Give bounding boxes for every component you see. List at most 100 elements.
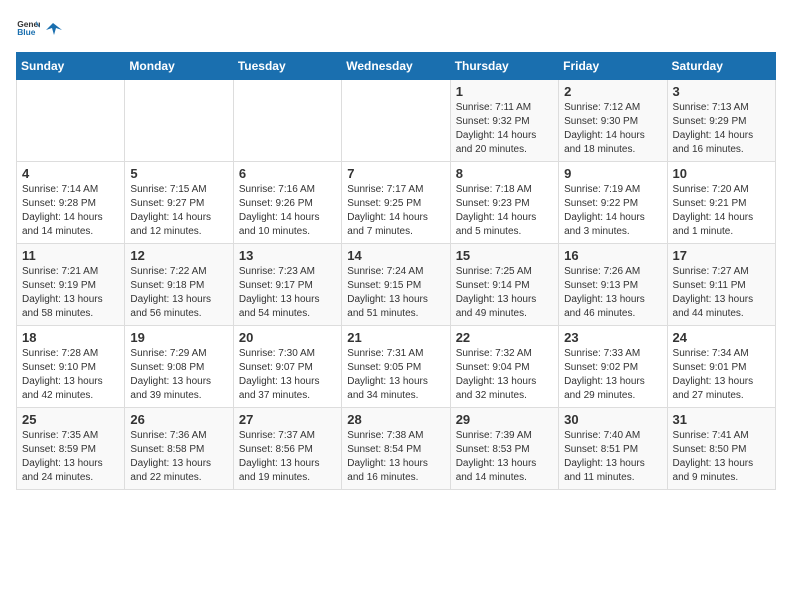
calendar-cell: 3Sunrise: 7:13 AM Sunset: 9:29 PM Daylig… [667, 80, 775, 162]
calendar-cell: 17Sunrise: 7:27 AM Sunset: 9:11 PM Dayli… [667, 244, 775, 326]
calendar-cell: 11 Sunrise: 7:21 AM Sunset: 9:19 PM Dayli… [17, 244, 125, 326]
day-info: Sunrise: 7:23 AM Sunset: 9:17 PM Dayligh… [239, 265, 336, 321]
day-number: 28 [347, 412, 444, 427]
calendar-cell: 7 Sunrise: 7:17 AM Sunset: 9:25 PM Daylig… [342, 162, 450, 244]
logo: General Blue [16, 16, 62, 40]
day-number: 8 [456, 166, 553, 181]
day-info: Sunrise: 7:27 AM Sunset: 9:11 PM Dayligh… [673, 265, 770, 321]
day-info: Sunrise: 7:19 AM Sunset: 9:22 PM Dayligh… [564, 183, 661, 239]
calendar-cell: 24 Sunrise: 7:34 AM Sunset: 9:01 PM Dayli… [667, 326, 775, 408]
svg-text:Blue: Blue [17, 27, 36, 37]
calendar-table: SundayMondayTuesdayWednesdayThursdayFrid… [16, 52, 776, 490]
calendar-cell: 1 Sunrise: 7:11 AM Sunset: 9:32 PM Daylig… [450, 80, 558, 162]
calendar-cell: 2 Sunrise: 7:12 AM Sunset: 9:30 PM Daylig… [559, 80, 667, 162]
header-cell-saturday: Saturday [667, 53, 775, 80]
header-cell-thursday: Thursday [450, 53, 558, 80]
calendar-cell: 25 Sunrise: 7:35 AM Sunset: 8:59 PM Dayli… [17, 408, 125, 490]
day-number: 31 [673, 412, 770, 427]
header: General Blue [16, 16, 776, 40]
day-number: 27 [239, 412, 336, 427]
day-info: Sunrise: 7:21 AM Sunset: 9:19 PM Dayligh… [22, 265, 119, 321]
calendar-week-row: 1 Sunrise: 7:11 AM Sunset: 9:32 PM Daylig… [17, 80, 776, 162]
day-info: Sunrise: 7:11 AM Sunset: 9:32 PM Dayligh… [456, 101, 553, 157]
calendar-cell: 19 Sunrise: 7:29 AM Sunset: 9:08 PM Dayli… [125, 326, 233, 408]
day-info: Sunrise: 7:37 AM Sunset: 8:56 PM Dayligh… [239, 429, 336, 485]
day-info: Sunrise: 7:13 AM Sunset: 9:29 PM Dayligh… [673, 101, 770, 157]
day-info: Sunrise: 7:16 AM Sunset: 9:26 PM Dayligh… [239, 183, 336, 239]
calendar-cell: 16 Sunrise: 7:26 AM Sunset: 9:13 PM Dayli… [559, 244, 667, 326]
day-number: 18 [22, 330, 119, 345]
day-number: 20 [239, 330, 336, 345]
calendar-cell: 5 Sunrise: 7:15 AM Sunset: 9:27 PM Daylig… [125, 162, 233, 244]
day-number: 23 [564, 330, 661, 345]
day-info: Sunrise: 7:34 AM Sunset: 9:01 PM Dayligh… [673, 347, 770, 403]
calendar-cell: 23 Sunrise: 7:33 AM Sunset: 9:02 PM Dayli… [559, 326, 667, 408]
day-number: 4 [22, 166, 119, 181]
day-info: Sunrise: 7:35 AM Sunset: 8:59 PM Dayligh… [22, 429, 119, 485]
day-number: 1 [456, 84, 553, 99]
calendar-cell [342, 80, 450, 162]
calendar-cell [125, 80, 233, 162]
day-number: 24 [673, 330, 770, 345]
day-info: Sunrise: 7:24 AM Sunset: 9:15 PM Dayligh… [347, 265, 444, 321]
calendar-week-row: 18 Sunrise: 7:28 AM Sunset: 9:10 PM Dayli… [17, 326, 776, 408]
day-info: Sunrise: 7:33 AM Sunset: 9:02 PM Dayligh… [564, 347, 661, 403]
day-number: 21 [347, 330, 444, 345]
day-info: Sunrise: 7:15 AM Sunset: 9:27 PM Dayligh… [130, 183, 227, 239]
day-info: Sunrise: 7:12 AM Sunset: 9:30 PM Dayligh… [564, 101, 661, 157]
calendar-cell: 4 Sunrise: 7:14 AM Sunset: 9:28 PM Daylig… [17, 162, 125, 244]
calendar-cell: 13 Sunrise: 7:23 AM Sunset: 9:17 PM Dayli… [233, 244, 341, 326]
day-info: Sunrise: 7:14 AM Sunset: 9:28 PM Dayligh… [22, 183, 119, 239]
day-number: 13 [239, 248, 336, 263]
day-info: Sunrise: 7:17 AM Sunset: 9:25 PM Dayligh… [347, 183, 444, 239]
calendar-week-row: 11 Sunrise: 7:21 AM Sunset: 9:19 PM Dayli… [17, 244, 776, 326]
day-info: Sunrise: 7:26 AM Sunset: 9:13 PM Dayligh… [564, 265, 661, 321]
calendar-cell: 12Sunrise: 7:22 AM Sunset: 9:18 PM Dayli… [125, 244, 233, 326]
day-number: 22 [456, 330, 553, 345]
day-info: Sunrise: 7:22 AM Sunset: 9:18 PM Dayligh… [130, 265, 227, 321]
calendar-week-row: 25 Sunrise: 7:35 AM Sunset: 8:59 PM Dayli… [17, 408, 776, 490]
header-cell-monday: Monday [125, 53, 233, 80]
calendar-cell [17, 80, 125, 162]
day-info: Sunrise: 7:29 AM Sunset: 9:08 PM Dayligh… [130, 347, 227, 403]
calendar-cell: 30 Sunrise: 7:40 AM Sunset: 8:51 PM Dayli… [559, 408, 667, 490]
day-info: Sunrise: 7:31 AM Sunset: 9:05 PM Dayligh… [347, 347, 444, 403]
day-number: 2 [564, 84, 661, 99]
calendar-cell: 9 Sunrise: 7:19 AM Sunset: 9:22 PM Daylig… [559, 162, 667, 244]
day-info: Sunrise: 7:20 AM Sunset: 9:21 PM Dayligh… [673, 183, 770, 239]
header-cell-wednesday: Wednesday [342, 53, 450, 80]
calendar-cell: 15 Sunrise: 7:25 AM Sunset: 9:14 PM Dayli… [450, 244, 558, 326]
calendar-cell: 22 Sunrise: 7:32 AM Sunset: 9:04 PM Dayli… [450, 326, 558, 408]
day-info: Sunrise: 7:28 AM Sunset: 9:10 PM Dayligh… [22, 347, 119, 403]
day-number: 15 [456, 248, 553, 263]
calendar-cell: 18 Sunrise: 7:28 AM Sunset: 9:10 PM Dayli… [17, 326, 125, 408]
day-number: 6 [239, 166, 336, 181]
day-info: Sunrise: 7:38 AM Sunset: 8:54 PM Dayligh… [347, 429, 444, 485]
calendar-cell: 14 Sunrise: 7:24 AM Sunset: 9:15 PM Dayli… [342, 244, 450, 326]
day-info: Sunrise: 7:25 AM Sunset: 9:14 PM Dayligh… [456, 265, 553, 321]
day-number: 25 [22, 412, 119, 427]
day-info: Sunrise: 7:18 AM Sunset: 9:23 PM Dayligh… [456, 183, 553, 239]
calendar-cell: 10 Sunrise: 7:20 AM Sunset: 9:21 PM Dayli… [667, 162, 775, 244]
calendar-cell: 28 Sunrise: 7:38 AM Sunset: 8:54 PM Dayli… [342, 408, 450, 490]
calendar-cell: 31Sunrise: 7:41 AM Sunset: 8:50 PM Dayli… [667, 408, 775, 490]
day-info: Sunrise: 7:40 AM Sunset: 8:51 PM Dayligh… [564, 429, 661, 485]
day-number: 30 [564, 412, 661, 427]
day-number: 16 [564, 248, 661, 263]
logo-icon: General Blue [16, 16, 40, 40]
day-number: 19 [130, 330, 227, 345]
day-number: 10 [673, 166, 770, 181]
day-number: 5 [130, 166, 227, 181]
day-number: 14 [347, 248, 444, 263]
day-number: 9 [564, 166, 661, 181]
day-number: 7 [347, 166, 444, 181]
header-cell-sunday: Sunday [17, 53, 125, 80]
day-info: Sunrise: 7:32 AM Sunset: 9:04 PM Dayligh… [456, 347, 553, 403]
calendar-cell: 6 Sunrise: 7:16 AM Sunset: 9:26 PM Daylig… [233, 162, 341, 244]
day-info: Sunrise: 7:30 AM Sunset: 9:07 PM Dayligh… [239, 347, 336, 403]
calendar-cell: 21 Sunrise: 7:31 AM Sunset: 9:05 PM Dayli… [342, 326, 450, 408]
calendar-cell: 8 Sunrise: 7:18 AM Sunset: 9:23 PM Daylig… [450, 162, 558, 244]
calendar-cell: 26Sunrise: 7:36 AM Sunset: 8:58 PM Dayli… [125, 408, 233, 490]
day-info: Sunrise: 7:36 AM Sunset: 8:58 PM Dayligh… [130, 429, 227, 485]
day-number: 11 [22, 248, 119, 263]
